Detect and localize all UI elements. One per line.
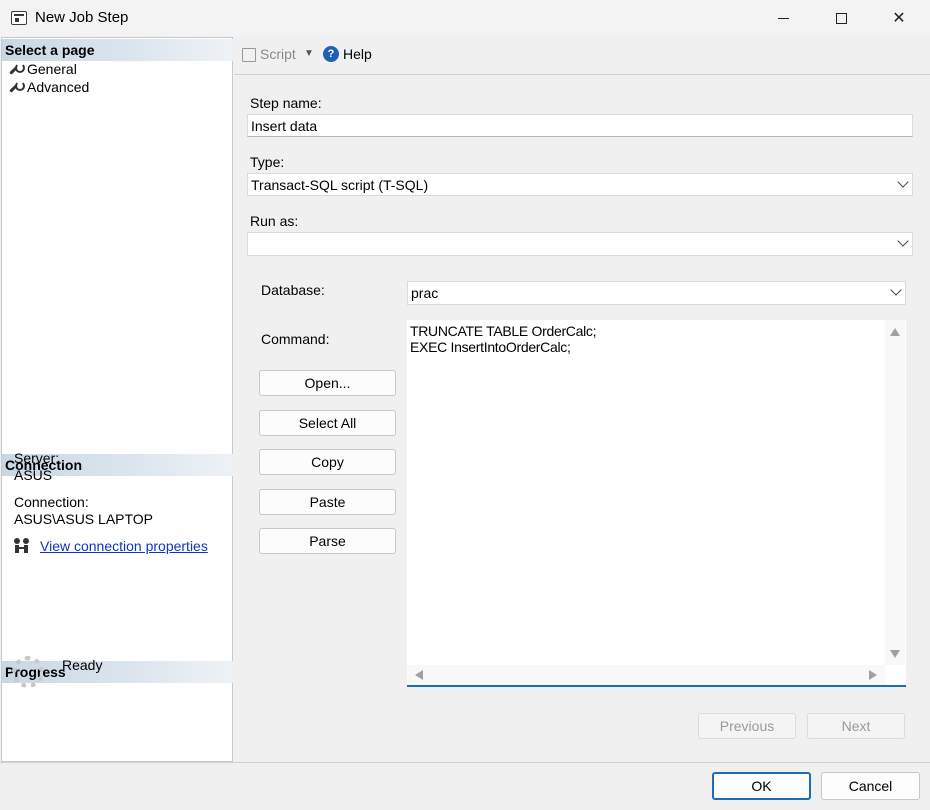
database-select[interactable]: prac (407, 281, 906, 305)
chevron-down-icon (890, 284, 902, 296)
script-button[interactable]: Script (260, 46, 296, 62)
left-pane: Select a page General Advanced Connectio… (1, 37, 233, 762)
connection-properties-icon (12, 537, 32, 555)
chevron-down-icon (897, 235, 909, 247)
step-name-label: Step name: (250, 95, 322, 111)
select-all-button[interactable]: Select All (259, 410, 396, 436)
maximize-button[interactable] (812, 0, 870, 36)
close-icon: ✕ (892, 10, 906, 27)
title-bar: New Job Step ✕ (0, 0, 930, 36)
command-editor[interactable]: TRUNCATE TABLE OrderCalc; EXEC InsertInt… (407, 320, 906, 687)
run-as-select[interactable] (247, 232, 913, 256)
script-icon (242, 48, 256, 62)
copy-button[interactable]: Copy (259, 449, 396, 475)
database-label: Database: (261, 282, 325, 298)
minimize-icon (777, 17, 789, 19)
help-icon: ? (323, 46, 339, 62)
command-label: Command: (261, 331, 330, 347)
progress-spinner-icon (12, 656, 44, 688)
close-button[interactable]: ✕ (870, 0, 928, 36)
cancel-button[interactable]: Cancel (821, 772, 920, 800)
connection-label: Connection: (14, 494, 89, 510)
chevron-down-icon (897, 176, 909, 188)
next-button[interactable]: Next (807, 713, 905, 739)
wrench-icon (8, 62, 25, 76)
minimize-button[interactable] (754, 0, 812, 36)
type-select[interactable]: Transact-SQL script (T-SQL) (247, 173, 913, 196)
command-text: TRUNCATE TABLE OrderCalc; EXEC InsertInt… (410, 323, 597, 355)
paste-button[interactable]: Paste (259, 489, 396, 515)
help-button[interactable]: Help (343, 46, 372, 62)
run-as-label: Run as: (250, 213, 299, 229)
maximize-icon (835, 12, 847, 24)
scroll-left-icon[interactable] (415, 670, 423, 680)
server-label: Server: (14, 450, 60, 466)
step-name-input[interactable]: Insert data (247, 114, 913, 137)
window-title: New Job Step (35, 9, 129, 26)
server-value: ASUS (14, 467, 53, 483)
type-label: Type: (250, 154, 285, 170)
horizontal-scrollbar[interactable] (407, 665, 885, 685)
wrench-icon (8, 80, 25, 94)
previous-button[interactable]: Previous (698, 713, 796, 739)
connection-value: ASUS\ASUS LAPTOP (14, 511, 154, 527)
nav-item-general[interactable]: General (8, 60, 77, 78)
parse-button[interactable]: Parse (259, 528, 396, 554)
ok-button[interactable]: OK (712, 772, 811, 800)
open-button[interactable]: Open... (259, 370, 396, 396)
progress-status: Ready (62, 657, 103, 673)
toolbar: Script ▼ ? Help (234, 37, 930, 75)
database-select-value: prac (411, 285, 439, 301)
type-select-value: Transact-SQL script (T-SQL) (251, 177, 429, 193)
vertical-scrollbar[interactable] (885, 320, 905, 665)
chevron-down-icon[interactable]: ▼ (304, 48, 314, 59)
scroll-up-icon[interactable] (890, 328, 900, 336)
select-page-header: Select a page (2, 39, 233, 61)
nav-item-label: Advanced (27, 79, 90, 95)
scroll-right-icon[interactable] (869, 670, 877, 680)
window-icon (11, 11, 27, 25)
nav-item-label: General (27, 61, 77, 77)
nav-item-advanced[interactable]: Advanced (8, 78, 89, 96)
view-connection-properties-link[interactable]: View connection properties (40, 538, 208, 554)
scroll-down-icon[interactable] (890, 650, 900, 658)
